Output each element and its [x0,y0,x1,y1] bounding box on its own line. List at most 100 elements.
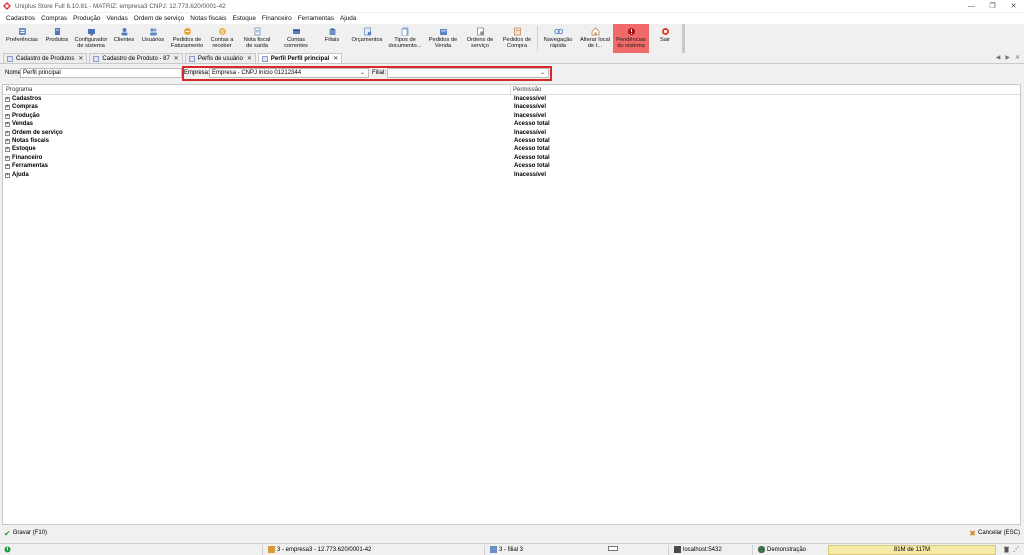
tab-next-icon[interactable]: ▶ [1005,54,1010,61]
toolbar-document-types-button[interactable]: Tipos de documento... [386,24,424,53]
expand-icon[interactable]: + [5,97,10,102]
table-row[interactable]: + Vendas Acesso total [3,121,1020,129]
document-icon [93,55,100,62]
menu-vendas[interactable]: Vendas [106,15,127,22]
table-row[interactable]: + Ajuda Inacessível [3,172,1020,180]
toolbar-exit-button[interactable]: Sair [649,24,681,53]
restore-icon[interactable]: ❐ [982,0,1003,12]
toolbar-billing-orders-button[interactable]: Pedidos de Faturamento [168,24,206,53]
menu-cadastros[interactable]: Cadastros [6,15,35,22]
tab-bar: Cadastro de Produtos ✕ Cadastro de Produt… [0,53,1024,64]
menu-compras[interactable]: Compras [41,15,67,22]
tab-cadastro-de-produtos[interactable]: Cadastro de Produtos ✕ [3,53,88,63]
toolbar-change-location-button[interactable]: Alterar local de t... [577,24,613,53]
status-company[interactable]: 3 - empresa3 - 12.773.620/0001-42 [268,546,371,553]
expand-icon[interactable]: + [5,164,10,170]
nome-label: Nome [5,70,22,76]
document-icon [188,55,195,62]
close-icon[interactable]: ✕ [1003,0,1024,12]
minimize-icon[interactable]: — [961,0,982,12]
toolbar-service-orders-button[interactable]: Ordens de serviço [462,24,498,53]
column-header-programa[interactable]: Programa [6,87,32,93]
action-bar: ✔ Gravar (F10) ✖ Cancelar (ESC) [0,527,1024,539]
resize-grip-icon[interactable]: ⋰ [1013,546,1019,553]
profile-form: Nome Perfil principal Empresa: Empresa -… [0,66,1024,81]
filial-select[interactable]: ⌄ [387,68,549,78]
status-divider [668,545,669,555]
sales-orders-icon [438,26,448,36]
exit-icon [660,26,670,36]
table-row[interactable]: + Cadastros Inacessível [3,96,1020,104]
close-tab-icon[interactable]: ✕ [78,55,83,62]
close-tab-icon[interactable]: ✕ [333,55,338,62]
toolbar-outgoing-invoice-button[interactable]: Nota fiscal de saída [238,24,276,53]
chevron-down-icon[interactable]: ⌄ [360,69,365,78]
tab-navigation: ◀ ▶ ✕ [996,54,1020,61]
checkmark-icon: ✔ [4,528,11,538]
menu-ajuda[interactable]: Ajuda [340,15,356,22]
toolbar-system-pending-button[interactable]: Pendências do sistema [613,24,649,53]
tab-cadastro-de-produto-87[interactable]: Cadastro de Produto - 87 ✕ [89,53,183,63]
toolbar-quotes-button[interactable]: Orçamentos [348,24,386,53]
close-tab-icon[interactable]: ✕ [247,55,252,62]
expand-icon[interactable]: + [5,105,10,111]
table-row[interactable]: + Financeiro Acesso total [3,155,1020,163]
expand-icon[interactable]: + [5,172,10,178]
permissions-grid: Programa Permissão + Cadastros Inacessível… [2,84,1021,525]
table-row[interactable]: + Compras Inacessível [3,104,1020,112]
tab-perfis-de-usuario[interactable]: Perfis de usuário ✕ [184,53,256,63]
table-row[interactable]: + Ferramentas Acesso total [3,163,1020,171]
expand-icon[interactable]: + [5,147,10,153]
title-bar: Uniplus Store Full 6.10.81 - MATRIZ: emp… [0,0,1024,12]
expand-icon[interactable]: + [5,139,10,144]
toolbar-clients-button[interactable]: Clientes [110,24,138,53]
tab-prev-icon[interactable]: ◀ [996,54,1001,61]
save-button[interactable]: ✔ Gravar (F10) [4,529,47,538]
empresa-select[interactable]: Empresa - CNPJ início 01212344 ⌄ [209,68,369,78]
purchase-orders-icon [512,26,522,36]
table-row[interactable]: + Ordem de serviço Inacessível [3,130,1020,138]
status-branch[interactable]: 3 - filial 3 [490,546,523,553]
toolbar-current-accounts-button[interactable]: Contas correntes [276,24,316,53]
table-row[interactable]: + Produção Inacessível [3,113,1020,121]
column-divider[interactable] [510,85,511,95]
menu-producao[interactable]: Produção [73,15,100,22]
menu-ordem-de-servico[interactable]: Ordem de serviço [134,15,184,22]
tab-perfil-perfil-principal[interactable]: Perfil Perfil principal ✕ [257,53,343,63]
tab-close-icon[interactable]: ✕ [1015,54,1020,61]
cancel-button[interactable]: ✖ Cancelar (ESC) [969,529,1020,538]
toolbar-quick-navigation-button[interactable]: Navegação rápida [539,24,577,53]
toolbar-sales-orders-button[interactable]: Pedidos de Venda [424,24,462,53]
status-app-icon [4,546,11,553]
toolbar-branches-button[interactable]: Filiais [316,24,348,53]
menu-financeiro[interactable]: Financeiro [262,15,292,22]
toolbar-preferences-button[interactable]: Preferências [2,24,42,53]
expand-icon[interactable]: + [5,130,10,136]
menu-estoque[interactable]: Estoque [232,15,255,22]
close-tab-icon[interactable]: ✕ [174,55,179,62]
expand-icon[interactable]: + [5,122,10,128]
expand-icon[interactable]: + [5,155,10,161]
users-icon [148,26,158,36]
memory-indicator[interactable]: 81M de 117M [828,545,996,555]
toolbar-receivables-button[interactable]: $ Contas a receber [206,24,238,53]
nome-input[interactable]: Perfil principal [20,68,182,78]
grid-header: Programa Permissão [3,85,1020,95]
current-accounts-icon [291,26,301,36]
table-row[interactable]: + Estoque Acesso total [3,146,1020,154]
status-divider [262,545,263,555]
window-title: Uniplus Store Full 6.10.81 - MATRIZ: emp… [15,2,226,10]
menu-ferramentas[interactable]: Ferramentas [298,15,334,22]
menu-notas-fiscais[interactable]: Notas fiscais [190,15,226,22]
user-icon [758,546,765,553]
toolbar-users-button[interactable]: Usuários [138,24,168,53]
expand-icon[interactable]: + [5,113,10,119]
table-row[interactable]: + Notas fiscais Acesso total [3,138,1020,146]
toolbar-purchase-orders-button[interactable]: Pedidos de Compra [498,24,536,53]
toolbar-configurator-button[interactable]: Configurador de sistema [72,24,110,53]
chevron-down-icon[interactable]: ⌄ [540,69,545,78]
server-icon [674,546,681,553]
trash-icon[interactable] [1003,546,1010,553]
column-header-permissao[interactable]: Permissão [513,87,541,93]
toolbar-products-button[interactable]: Produtos [42,24,72,53]
